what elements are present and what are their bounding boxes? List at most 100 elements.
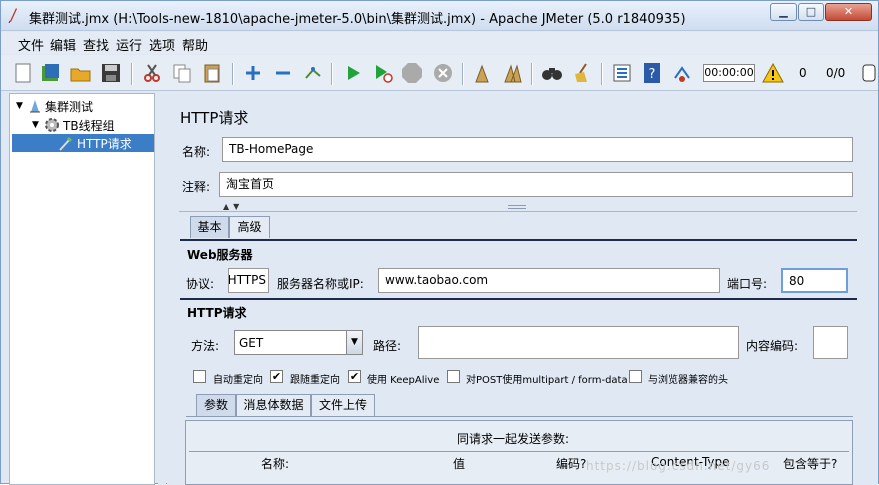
warning-count: 0 [799,66,807,80]
menu-run[interactable]: 运行 [116,35,142,54]
multipart-label: 对POST使用multipart / form-data [466,375,628,386]
close-button[interactable]: ✕ [825,3,872,21]
gear-icon [45,118,59,132]
path-field[interactable] [418,326,739,359]
encoding-field[interactable] [813,326,848,359]
toggle-icon[interactable] [301,61,325,85]
tab-parameters[interactable]: 参数 [196,394,236,416]
keepalive-label: 使用 KeepAlive [367,375,440,386]
collapse-icon[interactable] [271,61,295,85]
toolbar-separator [131,63,133,85]
page-title: HTTP请求 [180,109,249,127]
cut-icon[interactable] [140,61,164,85]
tab-basic[interactable]: 基本 [190,216,229,238]
tree-item-test-plan[interactable]: ▼ 集群测试 [16,97,93,115]
toolbar-separator [531,63,533,85]
clear-icon[interactable] [470,61,494,85]
tree-item-http-request[interactable]: HTTP请求 [12,134,154,152]
menu-options[interactable]: 选项 [149,35,175,54]
status-indicator-icon[interactable] [862,64,876,82]
multipart-checkbox[interactable] [447,370,460,383]
column-header-name[interactable]: 名称: [261,455,289,472]
toolbar-separator [331,63,333,85]
maximize-button[interactable]: □ [798,3,824,21]
follow-redirect-checkbox[interactable]: ✔ [270,370,283,383]
copy-icon[interactable] [170,61,194,85]
column-header-value[interactable]: 值 [453,455,465,472]
remote-icon[interactable] [670,61,694,85]
name-label: 名称: [182,145,211,159]
web-server-title: Web服务器 [187,248,253,262]
method-label: 方法: [191,339,220,353]
menu-search[interactable]: 查找 [83,35,109,54]
browser-headers-checkbox[interactable] [629,370,642,383]
path-label: 路径: [373,339,402,353]
tree-label: 集群测试 [45,99,94,114]
server-field[interactable]: www.taobao.com [378,268,720,293]
active-threads: 0/0 [826,66,846,80]
new-icon[interactable] [11,61,35,85]
minimize-button[interactable]: ▁ [770,3,797,21]
params-caption: 同请求一起发送参数: [457,432,570,446]
start-no-pause-icon[interactable] [371,61,395,85]
column-header-encode[interactable]: 编码? [556,455,586,472]
expand-toggle-icon[interactable]: ▼ [32,120,44,130]
start-icon[interactable] [341,61,365,85]
collapse-arrows-icon[interactable]: ▲▼ [223,202,243,211]
binoculars-icon[interactable] [540,61,564,85]
port-label: 端口号: [727,277,768,291]
stop-icon[interactable] [400,61,424,85]
vertical-scrollbar[interactable] [867,93,878,485]
paste-icon[interactable] [200,61,224,85]
toolbar-separator [462,63,464,85]
browser-headers-label: 与浏览器兼容的头 [648,375,728,386]
watermark: https://blog.csdn.net/gy66 [586,459,771,473]
help-icon[interactable]: ? [640,61,664,85]
protocol-field[interactable]: HTTPS [228,268,269,293]
comment-field[interactable]: 淘宝首页 [219,172,853,197]
tree-label: HTTP请求 [77,136,132,151]
menu-help[interactable]: 帮助 [182,35,208,54]
comment-label: 注释: [182,180,211,194]
test-plan-icon [30,100,40,113]
expand-toggle-icon[interactable]: ▼ [16,101,28,111]
section-line [180,298,857,300]
tab-body-data[interactable]: 消息体数据 [236,394,311,416]
separator [179,211,857,212]
subtab-line [186,416,853,417]
tab-advanced[interactable]: 高级 [229,216,270,238]
menu-bar: 文件 编辑 查找 运行 选项 帮助 [1,32,878,54]
resize-handle[interactable] [508,205,526,209]
tree-item-thread-group[interactable]: ▼ TB线程组 [32,116,115,134]
auto-redirect-checkbox[interactable] [193,370,206,383]
port-field[interactable]: 80 [781,268,848,293]
menu-file[interactable]: 文件 [18,35,44,54]
chevron-down-icon[interactable]: ▼ [346,331,362,354]
broom-icon[interactable] [570,61,594,85]
warning-icon[interactable] [761,61,785,85]
pipette-icon [59,137,72,151]
save-icon[interactable] [99,61,123,85]
templates-icon[interactable] [39,61,63,85]
shutdown-icon[interactable] [431,61,455,85]
function-helper-icon[interactable] [610,61,634,85]
expand-icon[interactable] [241,61,265,85]
feather-icon [8,8,17,23]
table-header-line [189,451,849,452]
split-divider[interactable] [158,93,166,485]
window-title: 集群测试.jmx (H:\Tools-new-1810\apache-jmete… [29,12,686,27]
keepalive-checkbox[interactable]: ✔ [348,370,361,383]
method-select[interactable]: GET ▼ [234,330,363,355]
tab-underline [180,239,857,241]
name-field[interactable]: TB-HomePage [222,137,853,162]
server-label: 服务器名称或IP: [277,277,364,291]
column-header-include-equals[interactable]: 包含等于? [783,455,837,472]
method-value: GET [239,336,264,350]
title-bar: 集群测试.jmx (H:\Tools-new-1810\apache-jmete… [1,1,878,31]
http-request-title: HTTP请求 [187,306,247,320]
menu-edit[interactable]: 编辑 [50,35,76,54]
open-icon[interactable] [69,61,93,85]
clear-all-icon[interactable] [501,61,525,85]
tab-file-upload[interactable]: 文件上传 [311,394,375,416]
toolbar-separator [232,63,234,85]
